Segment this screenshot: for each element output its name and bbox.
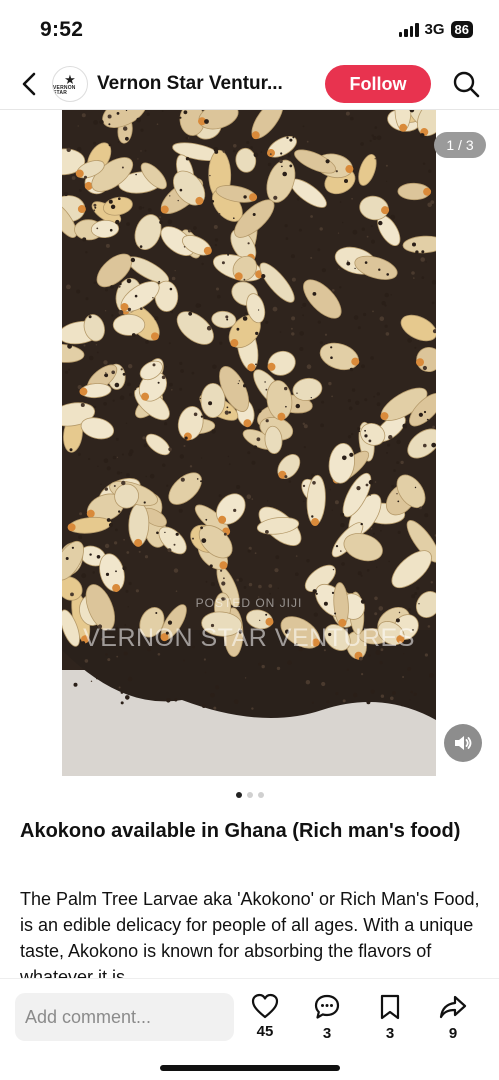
chevron-left-icon xyxy=(22,72,36,96)
larvae-photo xyxy=(62,110,436,776)
search-button[interactable] xyxy=(450,68,482,100)
save-button[interactable]: 3 xyxy=(370,993,410,1042)
star-icon: ★ xyxy=(64,71,76,87)
heart-icon xyxy=(251,993,279,1019)
avatar-label: VERNON STAR xyxy=(53,84,76,96)
watermark-subtext: POSTED ON JIJI xyxy=(195,596,303,610)
speaker-icon xyxy=(455,736,472,750)
carousel-dot xyxy=(246,792,253,798)
account-name[interactable]: Vernon Star Ventur... xyxy=(97,73,307,95)
home-indicator xyxy=(160,1065,340,1071)
status-indicators: 3G 86 xyxy=(398,21,473,38)
battery-icon: 86 xyxy=(450,21,473,38)
carousel-dot xyxy=(235,792,242,798)
carousel-dot xyxy=(257,792,264,798)
share-count: 9 xyxy=(448,1025,458,1042)
save-count: 3 xyxy=(385,1025,395,1042)
share-arrow-icon xyxy=(439,995,467,1019)
signal-icon xyxy=(398,22,419,37)
speech-bubble-icon xyxy=(314,994,340,1019)
status-time: 9:52 xyxy=(40,18,84,41)
bookmark-icon xyxy=(380,994,400,1020)
follow-button[interactable]: Follow xyxy=(325,65,431,103)
like-count: 45 xyxy=(256,1023,274,1040)
like-button[interactable]: 45 xyxy=(245,993,285,1040)
comment-count: 3 xyxy=(322,1025,332,1042)
status-bar: 9:52 3G 86 xyxy=(0,0,499,58)
carousel-indicator xyxy=(0,792,499,798)
account-avatar[interactable]: ★ VERNON STAR xyxy=(52,66,88,102)
comment-button[interactable]: 3 xyxy=(307,993,347,1042)
post-image[interactable]: POSTED ON JIJI VERNON STAR VENTURES xyxy=(62,110,436,776)
search-icon xyxy=(453,71,480,98)
back-button[interactable] xyxy=(14,68,44,100)
sound-toggle-button[interactable] xyxy=(444,724,482,762)
bottom-action-bar: Add comment... 45 3 3 9 xyxy=(0,978,499,1080)
post-description[interactable]: The Palm Tree Larvae aka 'Akokono' or Ri… xyxy=(20,886,482,978)
post-header: ★ VERNON STAR Vernon Star Ventur... Foll… xyxy=(0,58,499,110)
network-label: 3G xyxy=(424,21,445,38)
image-page-counter: 1 / 3 xyxy=(434,132,486,158)
comment-input[interactable]: Add comment... xyxy=(15,993,234,1041)
share-button[interactable]: 9 xyxy=(433,993,473,1042)
post-title: Akokono available in Ghana (Rich man's f… xyxy=(20,820,461,842)
watermark-text: VERNON STAR VENTURES xyxy=(83,624,415,652)
